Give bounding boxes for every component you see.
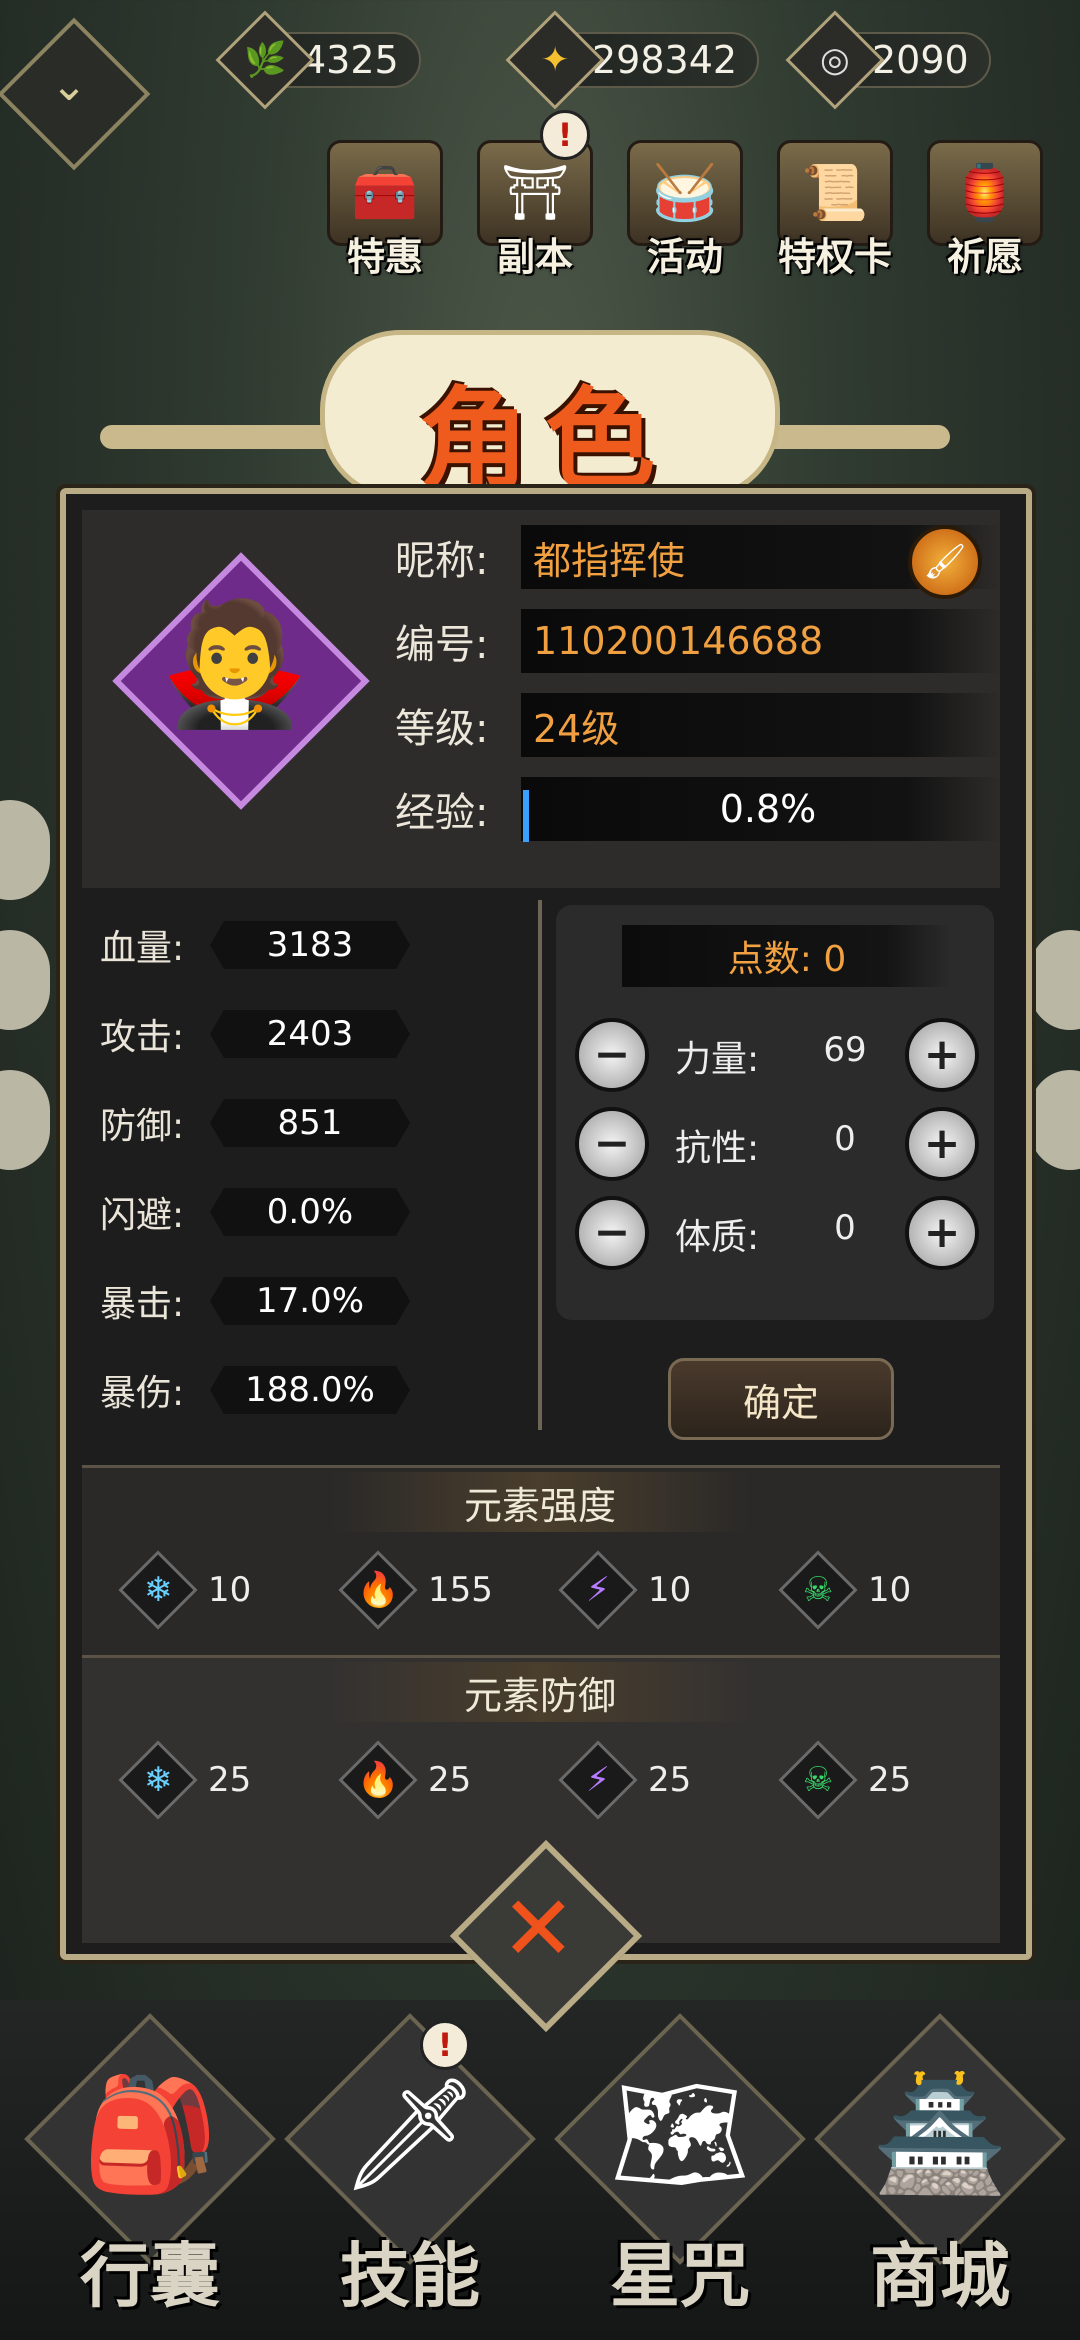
brush-icon: 🖌 <box>923 542 967 582</box>
attribute-row-strength: − 力量: 69 + <box>575 1018 985 1092</box>
exp-progress-fill <box>523 790 529 842</box>
star-map-icon: 🗺 <box>610 2070 750 2198</box>
currency-leaf: 🌿 4325 <box>215 10 421 110</box>
lightning-icon: ⚡ <box>558 1740 638 1820</box>
exp-row: 经验: 0.8% <box>395 774 1003 844</box>
element-defense-ice: ❄ 25 <box>118 1740 251 1820</box>
side-bubble <box>1030 1070 1080 1170</box>
blade-icon: 🗡 <box>340 2070 480 2198</box>
element-strength-ice: ❄ 10 <box>118 1550 251 1630</box>
attribute-row-resistance: − 抗性: 0 + <box>575 1107 985 1181</box>
element-defense-title: 元素防御 <box>330 1662 750 1722</box>
nav-bag[interactable]: 🎒 行囊 <box>24 2013 276 2330</box>
currency-silver: ◎ 2090 <box>785 10 991 110</box>
stat-row: 暴击: 17.0% <box>100 1276 410 1326</box>
id-row: 编号: 110200146688 <box>395 606 1003 676</box>
plus-button[interactable]: + <box>905 1018 979 1092</box>
feature-special-offer[interactable]: 🧰 特惠 <box>320 140 450 281</box>
minus-button[interactable]: − <box>575 1196 649 1270</box>
gold-coin-icon: ✦ <box>505 10 605 110</box>
currency-value: 298342 <box>592 38 738 82</box>
side-bubble <box>0 930 50 1030</box>
stat-row: 闪避: 0.0% <box>100 1187 410 1237</box>
alert-badge: ! <box>540 110 590 160</box>
currency-value: 4325 <box>302 38 399 82</box>
level-value: 24级 <box>521 693 1003 757</box>
ice-icon: ❄ <box>118 1550 198 1630</box>
silver-coin-icon: ◎ <box>785 10 885 110</box>
element-strength-lightning: ⚡ 10 <box>558 1550 691 1630</box>
side-bubble <box>0 1070 50 1170</box>
avatar: 🧛 <box>160 595 310 734</box>
element-defense-poison: ☠ 25 <box>778 1740 911 1820</box>
nav-star-spell[interactable]: 🗺 星咒 <box>554 2013 806 2330</box>
id-value: 110200146688 <box>521 609 1003 673</box>
feature-dungeon[interactable]: ⛩ 副本 ! <box>470 110 600 281</box>
fire-icon: 🔥 <box>338 1740 418 1820</box>
level-row: 等级: 24级 <box>395 690 1003 760</box>
feature-wish[interactable]: 🏮 祈愿 <box>920 140 1050 281</box>
plus-button[interactable]: + <box>905 1196 979 1270</box>
exp-value: 0.8% <box>521 777 1003 841</box>
confirm-button[interactable]: 确定 <box>668 1358 894 1440</box>
edit-nickname-button[interactable]: 🖌 <box>908 525 982 599</box>
chevron-down-icon: ⌄ <box>50 59 88 111</box>
element-defense-lightning: ⚡ 25 <box>558 1740 691 1820</box>
minus-button[interactable]: − <box>575 1107 649 1181</box>
currency-gold: ✦ 298342 <box>505 10 760 110</box>
side-bubble <box>1030 930 1080 1030</box>
green-leaf-icon: 🌿 <box>215 10 315 110</box>
nav-shop[interactable]: 🏯 商城 <box>814 2013 1066 2330</box>
lightning-icon: ⚡ <box>558 1550 638 1630</box>
element-strength-fire: 🔥 155 <box>338 1550 493 1630</box>
ice-icon: ❄ <box>118 1740 198 1820</box>
feature-event[interactable]: 🥁 活动 <box>620 140 750 281</box>
points-label: 点数: 0 <box>622 925 952 987</box>
currency-value: 2090 <box>872 38 969 82</box>
element-defense-fire: 🔥 25 <box>338 1740 471 1820</box>
nav-skills[interactable]: 🗡 技能 ! <box>284 2013 536 2330</box>
element-strength-title: 元素强度 <box>330 1472 750 1532</box>
plus-button[interactable]: + <box>905 1107 979 1181</box>
stat-row: 攻击: 2403 <box>100 1009 410 1059</box>
poison-skull-icon: ☠ <box>778 1740 858 1820</box>
stat-row: 血量: 3183 <box>100 920 410 970</box>
bag-icon: 🎒 <box>81 2070 219 2198</box>
stats-scrollbar[interactable] <box>538 900 542 1430</box>
attribute-row-constitution: − 体质: 0 + <box>575 1196 985 1270</box>
page-title: 角色 <box>419 376 671 504</box>
element-strength-poison: ☠ 10 <box>778 1550 911 1630</box>
close-icon: ✕ <box>500 1876 577 1982</box>
minus-button[interactable]: − <box>575 1018 649 1092</box>
stats-list[interactable]: 血量: 3183 攻击: 2403 防御: 851 闪避: 0.0% 暴击: 17.0% … <box>82 890 532 1460</box>
fire-icon: 🔥 <box>338 1550 418 1630</box>
stat-row: 暴伤: 188.0% <box>100 1365 410 1415</box>
alert-badge: ! <box>420 2020 470 2070</box>
shop-icon: 🏯 <box>871 2070 1009 2198</box>
stat-row: 防御: 851 <box>100 1098 410 1148</box>
side-bubble <box>0 800 50 900</box>
top-menu-button[interactable]: ⌄ <box>0 17 151 171</box>
feature-privilege-card[interactable]: 📜 特权卡 <box>770 140 900 281</box>
poison-skull-icon: ☠ <box>778 1550 858 1630</box>
